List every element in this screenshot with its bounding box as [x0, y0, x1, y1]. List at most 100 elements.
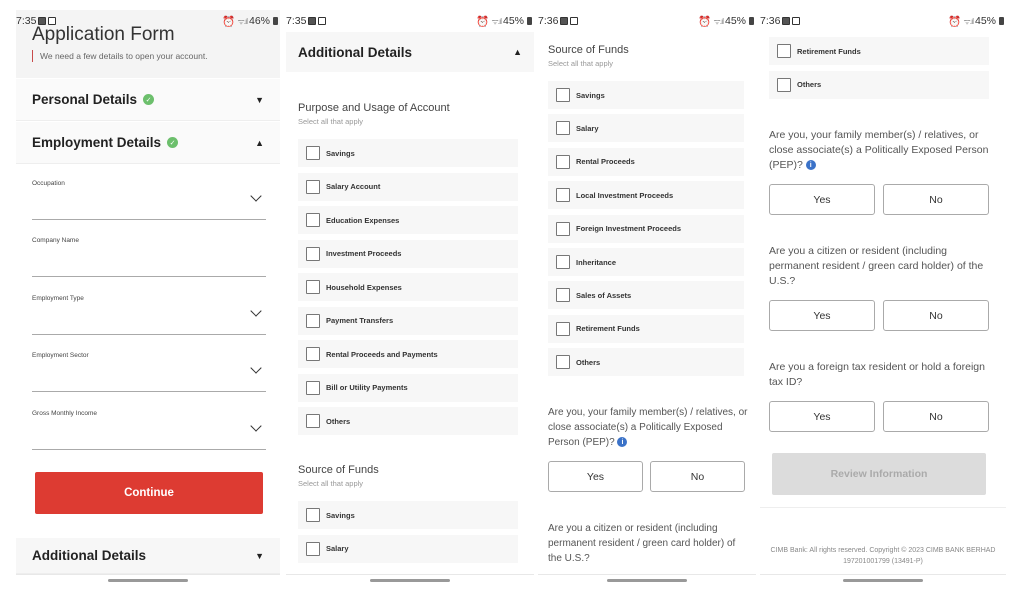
us-yes-button[interactable]: Yes [769, 300, 875, 331]
checkbox[interactable] [306, 313, 320, 328]
checkbox-option[interactable]: Others [298, 407, 518, 435]
accordion-employment-details[interactable]: Employment Details ✓ ▲ [16, 122, 280, 164]
checkbox-option[interactable]: Sales of Assets [548, 281, 744, 310]
checkbox-label: Household Expenses [326, 282, 402, 292]
gross-monthly-income-dropdown[interactable]: Gross Monthly Income [32, 410, 266, 450]
field-label: Employment Sector [32, 352, 89, 359]
checkbox[interactable] [306, 380, 320, 395]
purpose-title: Purpose and Usage of Account [298, 102, 450, 114]
checkbox-option[interactable]: Investment Proceeds [298, 239, 518, 268]
accordion-title: Personal Details [32, 92, 138, 107]
nav-bar [16, 574, 280, 588]
checkbox[interactable] [306, 508, 320, 522]
checkbox-option[interactable]: Others [548, 348, 744, 377]
checkbox[interactable] [556, 88, 570, 102]
nav-bar [760, 574, 1006, 588]
checkbox-option[interactable]: Foreign Investment Proceeds [548, 214, 744, 243]
checkbox-option[interactable]: Inheritance [548, 248, 744, 276]
home-gesture-bar[interactable] [370, 579, 450, 582]
checkbox-option[interactable]: Salary [298, 534, 518, 563]
home-gesture-bar[interactable] [843, 579, 923, 582]
employment-type-dropdown[interactable]: Employment Type [32, 295, 266, 335]
checkbox-option[interactable]: Bill or Utility Payments [298, 373, 518, 402]
home-gesture-bar[interactable] [108, 579, 188, 582]
checkbox-option[interactable]: Household Expenses [298, 273, 518, 301]
checkbox[interactable] [306, 280, 320, 294]
checkbox[interactable] [777, 44, 791, 58]
accordion-additional-details[interactable]: Additional Details ▲ [286, 32, 534, 72]
funds-title: Source of Funds [548, 44, 629, 56]
field-label: Company Name [32, 237, 79, 244]
accordion-additional-details[interactable]: Additional Details ▼ [16, 538, 280, 574]
checkbox-option[interactable]: Retirement Funds [769, 37, 989, 65]
checkbox-option[interactable]: Savings [298, 139, 518, 167]
screen-declarations: 7:36 ⏰ ᯤ.ıl 45% Retirement Funds Others Are… [760, 10, 1006, 588]
tax-yes-button[interactable]: Yes [769, 401, 875, 432]
company-name-input[interactable]: Company Name [32, 237, 266, 277]
occupation-dropdown[interactable]: Occupation [32, 180, 266, 220]
checkbox-option[interactable]: Savings [548, 81, 744, 109]
notification-icon [38, 17, 47, 25]
checkbox[interactable] [556, 154, 570, 169]
review-information-button[interactable]: Review Information [772, 453, 986, 495]
nav-bar [538, 574, 756, 588]
caret-up-icon: ▲ [513, 47, 522, 57]
checkbox[interactable] [306, 213, 320, 227]
tax-no-button[interactable]: No [883, 401, 989, 432]
clock: 7:35 [286, 15, 307, 27]
accordion-title: Employment Details [32, 135, 162, 150]
checkbox[interactable] [556, 355, 570, 370]
checkbox[interactable] [556, 121, 570, 136]
gallery-icon [570, 17, 579, 25]
checkbox-option[interactable]: Rental Proceeds [548, 147, 744, 176]
alarm-icon: ⏰ [476, 15, 490, 28]
checkbox-label: Inheritance [576, 257, 617, 267]
gallery-icon [792, 17, 801, 25]
checkbox-option[interactable]: Others [769, 70, 989, 99]
checkbox[interactable] [306, 347, 320, 361]
checkbox[interactable] [306, 414, 320, 428]
accordion-personal-details[interactable]: Personal Details ✓ ▼ [16, 79, 280, 121]
checkbox[interactable] [306, 146, 320, 160]
checkbox[interactable] [306, 246, 320, 261]
nav-bar [286, 574, 534, 588]
checkbox-option[interactable]: Salary [548, 114, 744, 143]
us-no-button[interactable]: No [883, 300, 989, 331]
battery-level: 45% [502, 15, 524, 27]
checkbox-option[interactable]: Salary Account [298, 172, 518, 201]
home-gesture-bar[interactable] [607, 579, 687, 582]
pep-no-button[interactable]: No [883, 184, 989, 215]
pep-yes-button[interactable]: Yes [769, 184, 875, 215]
clock: 7:35 [16, 15, 37, 27]
checkbox-option[interactable]: Savings [298, 501, 518, 529]
checkbox[interactable] [556, 255, 570, 269]
checkbox-label: Salary [576, 123, 599, 133]
screen-employment-details: Application Form We need a few details t… [16, 10, 280, 588]
checkbox-label: Sales of Assets [576, 290, 632, 300]
checkbox-option[interactable]: Rental Proceeds and Payments [298, 340, 518, 368]
checkbox-option[interactable]: Education Expenses [298, 206, 518, 234]
checkbox[interactable] [777, 77, 791, 92]
checkbox[interactable] [556, 188, 570, 203]
checkbox-label: Retirement Funds [576, 324, 640, 334]
continue-button[interactable]: Continue [35, 472, 263, 514]
checkbox[interactable] [556, 321, 570, 336]
checkbox[interactable] [556, 221, 570, 236]
pep-no-button[interactable]: No [650, 461, 745, 492]
info-icon[interactable]: i [805, 160, 816, 171]
checkbox[interactable] [556, 288, 570, 303]
info-icon[interactable]: i [617, 437, 628, 448]
pep-yes-button[interactable]: Yes [548, 461, 643, 492]
tax-question: Are you a foreign tax resident or hold a… [769, 361, 985, 388]
employment-sector-dropdown[interactable]: Employment Sector [32, 352, 266, 392]
check-icon: ✓ [167, 137, 179, 148]
gallery-icon [48, 17, 57, 25]
notification-icon [308, 17, 317, 25]
battery-level: 45% [974, 15, 996, 27]
checkbox[interactable] [306, 541, 320, 556]
checkbox-option[interactable]: Payment Transfers [298, 306, 518, 335]
us-question: Are you a citizen or resident (including… [769, 245, 984, 287]
checkbox[interactable] [306, 179, 320, 194]
checkbox-option[interactable]: Local Investment Proceeds [548, 181, 744, 210]
checkbox-option[interactable]: Retirement Funds [548, 314, 744, 343]
